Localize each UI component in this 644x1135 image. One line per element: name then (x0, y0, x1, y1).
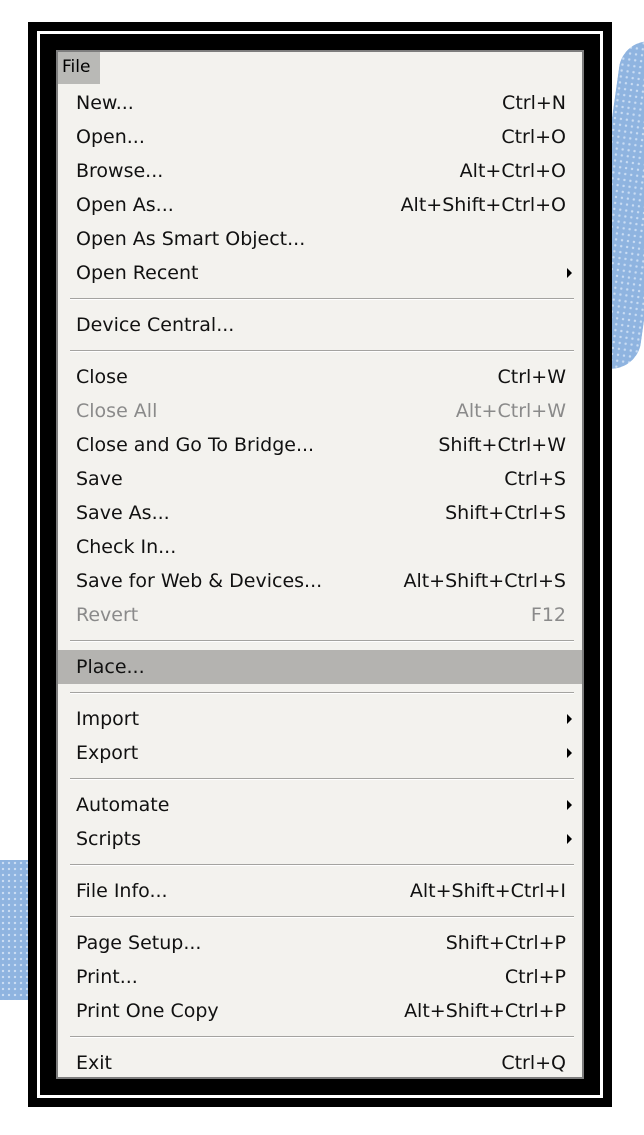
menu-item-shortcut: Ctrl+N (502, 92, 566, 114)
menu-item-label: Save As... (76, 502, 170, 524)
menu-item-revert: Revert F12 (58, 598, 582, 632)
menu-item-import[interactable]: Import (58, 702, 582, 736)
menu-item-label: Device Central... (76, 314, 235, 336)
menu-item-shortcut: Shift+Ctrl+P (445, 932, 566, 954)
menu-separator (70, 916, 574, 918)
menu-item-label: Open Recent (76, 262, 199, 284)
menu-item-export[interactable]: Export (58, 736, 582, 770)
menu-item-shortcut: Shift+Ctrl+W (438, 434, 566, 456)
submenu-arrow-icon (567, 800, 572, 810)
menu-separator (70, 864, 574, 866)
menu-item-shortcut: Alt+Shift+Ctrl+S (403, 570, 566, 592)
menu-item-shortcut: Ctrl+S (504, 468, 566, 490)
menu-item-label: Close and Go To Bridge... (76, 434, 315, 456)
menu-item-label: Import (76, 708, 140, 730)
menu-item-shortcut: Alt+Ctrl+W (455, 400, 566, 422)
menu-item-shortcut: Ctrl+W (497, 366, 566, 388)
menu-item-exit[interactable]: Exit Ctrl+Q (58, 1046, 582, 1080)
submenu-arrow-icon (567, 748, 572, 758)
menu-item-label: Revert (76, 604, 139, 626)
menu-item-page-setup[interactable]: Page Setup... Shift+Ctrl+P (58, 926, 582, 960)
menu-separator (70, 1036, 574, 1038)
menu-item-label: Place... (76, 656, 145, 678)
menu-item-open-as[interactable]: Open As... Alt+Shift+Ctrl+O (58, 188, 582, 222)
menu-item-label: Export (76, 742, 139, 764)
menu-item-save-as[interactable]: Save As... Shift+Ctrl+S (58, 496, 582, 530)
menu-item-device-central[interactable]: Device Central... (58, 308, 582, 342)
menu-item-save[interactable]: Save Ctrl+S (58, 462, 582, 496)
menu-item-shortcut: Alt+Ctrl+O (459, 160, 566, 182)
submenu-arrow-icon (567, 834, 572, 844)
menu-item-new[interactable]: New... Ctrl+N (58, 86, 582, 120)
menu-item-label: Open... (76, 126, 145, 148)
menu-item-label: Exit (76, 1052, 112, 1074)
menu-item-place[interactable]: Place... (58, 650, 582, 684)
menu-separator (70, 640, 574, 642)
menu-item-label: Check In... (76, 536, 177, 558)
menu-item-shortcut: Alt+Shift+Ctrl+I (409, 880, 566, 902)
menu-item-label: Open As Smart Object... (76, 228, 306, 250)
menu-item-close-and-go-to-bridge[interactable]: Close and Go To Bridge... Shift+Ctrl+W (58, 428, 582, 462)
menu-separator (70, 778, 574, 780)
menu-item-label: Save for Web & Devices... (76, 570, 323, 592)
menu-item-label: Page Setup... (76, 932, 202, 954)
menu-item-label: Print One Copy (76, 1000, 219, 1022)
menu-item-scripts[interactable]: Scripts (58, 822, 582, 856)
menu-item-check-in[interactable]: Check In... (58, 530, 582, 564)
menu-item-label: Print... (76, 966, 138, 988)
menu-item-label: Scripts (76, 828, 142, 850)
menu-item-close-all: Close All Alt+Ctrl+W (58, 394, 582, 428)
screenshot-frame: File New... Ctrl+N Open... Ctrl+O Browse... A… (28, 22, 612, 1107)
menu-separator (70, 298, 574, 300)
menu-item-label: Browse... (76, 160, 164, 182)
menu-item-open-recent[interactable]: Open Recent (58, 256, 582, 290)
menu-item-label: File Info... (76, 880, 168, 902)
menu-separator (70, 350, 574, 352)
menu-item-label: Automate (76, 794, 170, 816)
menu-item-label: Close (76, 366, 128, 388)
menu-item-label: Save (76, 468, 123, 490)
menu-item-shortcut: Ctrl+Q (501, 1052, 566, 1074)
menu-item-open[interactable]: Open... Ctrl+O (58, 120, 582, 154)
menu-item-print-one-copy[interactable]: Print One Copy Alt+Shift+Ctrl+P (58, 994, 582, 1028)
menu-item-close[interactable]: Close Ctrl+W (58, 360, 582, 394)
menu-item-label: New... (76, 92, 134, 114)
menu-item-file-info[interactable]: File Info... Alt+Shift+Ctrl+I (58, 874, 582, 908)
menu-item-label: Close All (76, 400, 158, 422)
menu-items-list: New... Ctrl+N Open... Ctrl+O Browse... Alt+Ct… (58, 86, 582, 1077)
menu-item-shortcut: Alt+Shift+Ctrl+O (400, 194, 566, 216)
menu-item-shortcut: Shift+Ctrl+S (445, 502, 566, 524)
menu-item-shortcut: Ctrl+O (501, 126, 566, 148)
menu-item-save-for-web-devices[interactable]: Save for Web & Devices... Alt+Shift+Ctrl+… (58, 564, 582, 598)
submenu-arrow-icon (567, 268, 572, 278)
submenu-arrow-icon (567, 714, 572, 724)
menu-item-shortcut: F12 (530, 604, 566, 626)
menu-title-file[interactable]: File (58, 52, 101, 84)
menu-item-automate[interactable]: Automate (58, 788, 582, 822)
menu-item-browse[interactable]: Browse... Alt+Ctrl+O (58, 154, 582, 188)
menu-separator (70, 692, 574, 694)
menu-item-shortcut: Ctrl+P (504, 966, 566, 988)
file-menu: File New... Ctrl+N Open... Ctrl+O Browse... A… (56, 50, 584, 1079)
menu-item-open-as-smart-object[interactable]: Open As Smart Object... (58, 222, 582, 256)
menu-item-print[interactable]: Print... Ctrl+P (58, 960, 582, 994)
menu-item-label: Open As... (76, 194, 174, 216)
screenshot-frame-inner: File New... Ctrl+N Open... Ctrl+O Browse... A… (37, 31, 603, 1098)
menu-item-shortcut: Alt+Shift+Ctrl+P (404, 1000, 566, 1022)
